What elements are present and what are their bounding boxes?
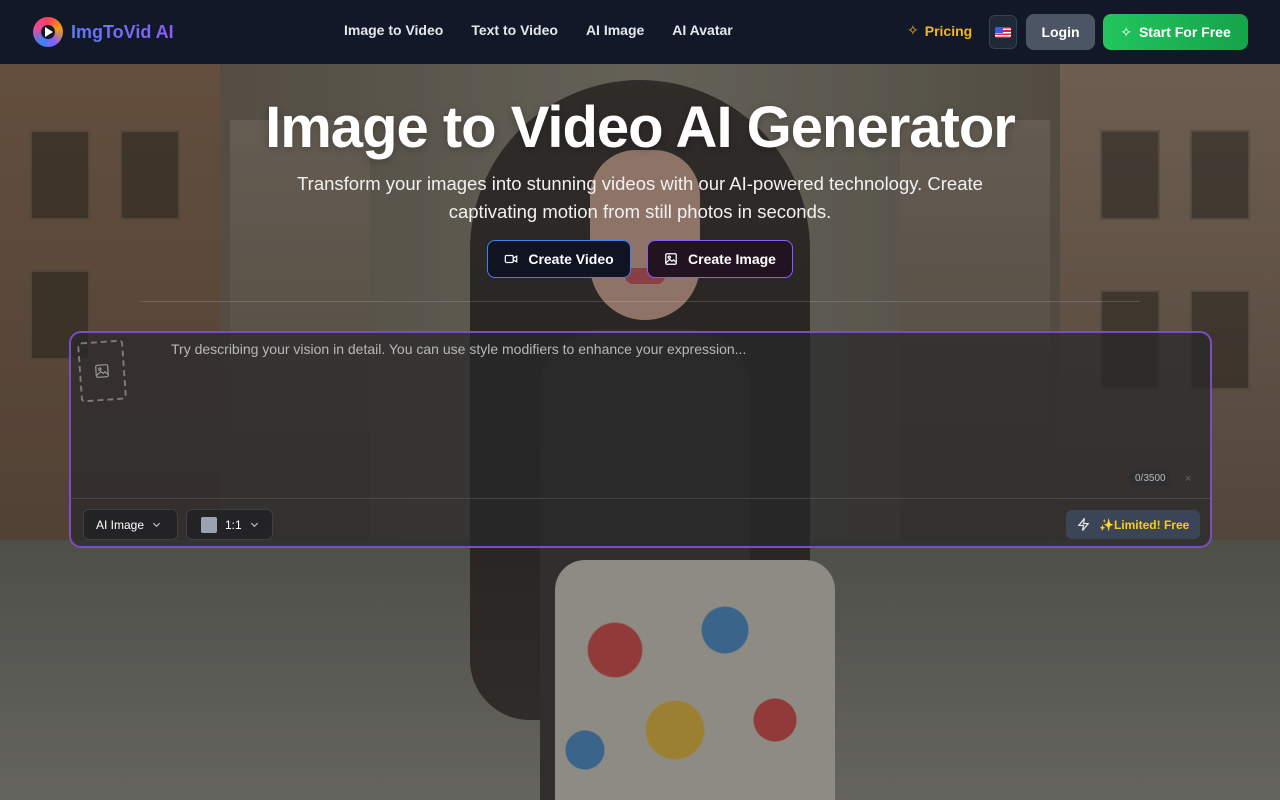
image-upload-slot[interactable] [76,339,128,403]
us-flag-icon [995,26,1011,38]
brand-logo[interactable]: ImgToVid AI [33,17,174,47]
sparkle-icon: ✧ [907,22,919,38]
model-select-value: AI Image [96,517,145,532]
nav-item-text-to-video[interactable]: Text to Video [471,22,558,38]
generate-button[interactable]: ✨Limited! Free [1066,510,1200,539]
start-for-free-label: Start For Free [1138,24,1231,40]
create-image-button[interactable]: Create Image [647,240,793,278]
create-video-button[interactable]: Create Video [487,240,631,278]
panel-divider [71,498,1210,499]
pricing-label: Pricing [924,22,973,39]
prompt-panel: 0/3500 × AI Image 1:1 ✨Limited! Free [69,331,1212,548]
nav-item-ai-avatar[interactable]: AI Avatar [672,22,732,38]
aspect-ratio-select[interactable]: 1:1 [186,509,273,540]
nav-item-image-to-video[interactable]: Image to Video [344,22,443,38]
image-placeholder-icon [95,364,109,378]
lightning-icon [1077,518,1090,531]
login-button[interactable]: Login [1026,14,1095,50]
character-counter: 0/3500 [1130,471,1171,486]
top-navbar: ImgToVid AI Image to Video Text to Video… [0,0,1280,64]
nav-item-ai-image[interactable]: AI Image [586,22,644,38]
aspect-ratio-square-icon [201,516,217,533]
chevron-down-icon [152,522,161,528]
chevron-down-icon [250,522,258,528]
section-divider [140,301,1140,302]
create-image-label: Create Image [688,251,776,267]
start-for-free-button[interactable]: ✧ Start For Free [1103,14,1248,50]
image-icon [665,253,677,265]
brand-name: ImgToVid AI [71,21,174,42]
page-title: Image to Video AI Generator [265,95,1016,160]
main-menu: Image to Video Text to Video AI Image AI… [344,22,733,38]
model-select[interactable]: AI Image [83,509,178,540]
aspect-ratio-value: 1:1 [225,517,242,532]
page-subtitle: Transform your images into stunning vide… [297,173,983,222]
logo-icon [33,17,63,47]
video-camera-icon [505,254,518,264]
pricing-link[interactable]: ✧ Pricing [907,22,972,39]
language-selector[interactable] [989,15,1017,49]
prompt-input[interactable] [171,341,1171,491]
clear-prompt-button[interactable]: × [1185,473,1191,485]
create-video-label: Create Video [528,251,614,267]
generate-label: ✨Limited! Free [1099,517,1190,532]
sparkle-icon: ✧ [1120,23,1132,40]
